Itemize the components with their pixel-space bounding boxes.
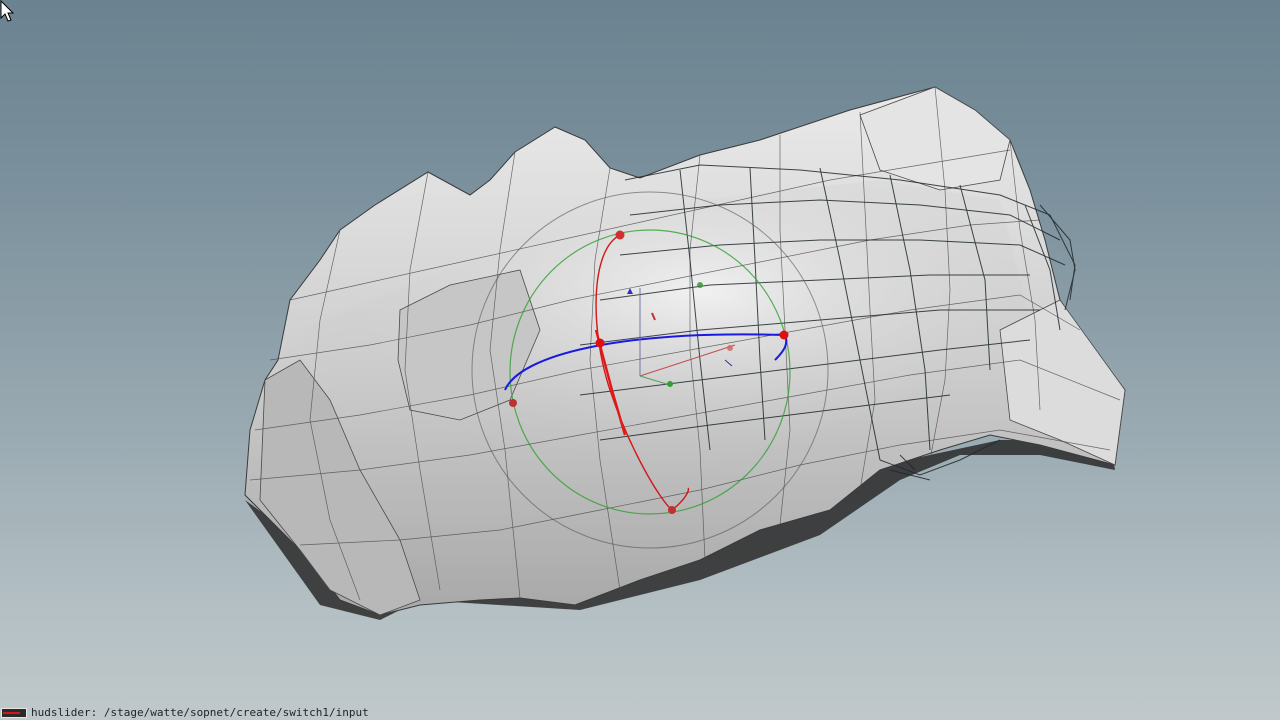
handle-node-red-bottom[interactable] — [668, 506, 676, 514]
hud-slider-swatch[interactable] — [1, 708, 27, 718]
handle-node-red-right[interactable] — [779, 330, 789, 340]
handle-node-red-top[interactable] — [615, 230, 625, 240]
handle-node-green[interactable] — [697, 282, 703, 288]
handle-center[interactable] — [667, 381, 673, 387]
handle-node-small[interactable] — [727, 345, 733, 351]
scene-svg — [244, 86, 1126, 620]
handle-node-red-far-left[interactable] — [509, 399, 517, 407]
status-text: hudslider: /stage/watte/sopnet/create/sw… — [31, 706, 369, 719]
status-bar: hudslider: /stage/watte/sopnet/create/sw… — [0, 706, 1280, 720]
3d-viewport[interactable] — [0, 0, 1280, 720]
arrow-pointer-icon — [0, 0, 15, 22]
handle-node-red-left[interactable] — [595, 338, 605, 348]
